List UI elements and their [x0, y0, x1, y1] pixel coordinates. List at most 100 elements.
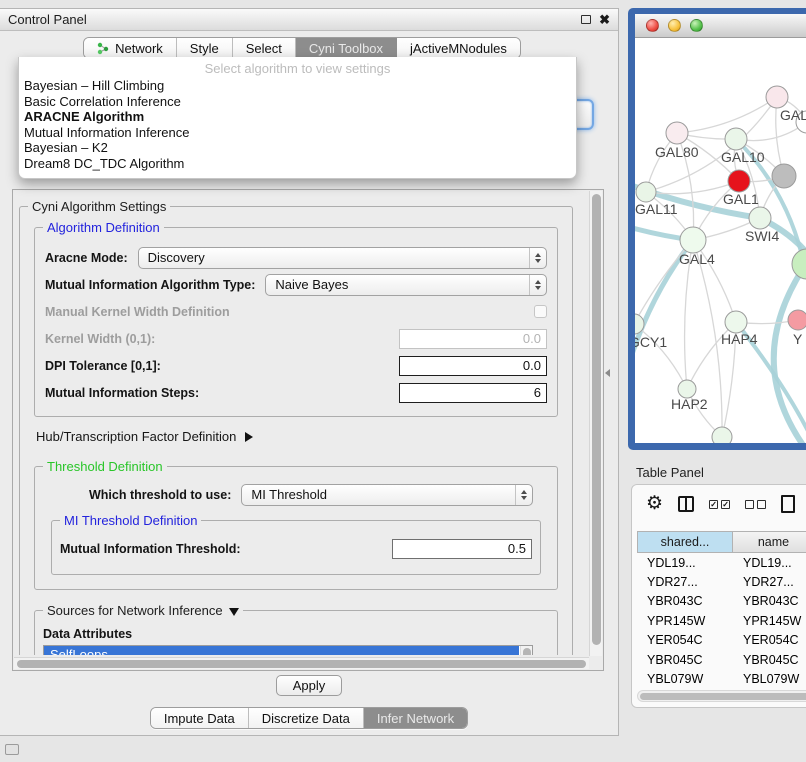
table-column-header[interactable]: name [733, 531, 806, 553]
minimize-window-icon[interactable] [668, 19, 681, 32]
network-node-gal80[interactable] [666, 122, 688, 144]
new-table-icon[interactable] [781, 495, 795, 513]
table-row[interactable]: YPR145WYPR145W9. [637, 611, 806, 630]
table-cell: YPR145W [733, 614, 806, 628]
splitter-collapse-icon[interactable] [605, 369, 610, 377]
network-node-label: GCY1 [635, 334, 667, 350]
expanded-arrow-icon [229, 608, 239, 616]
network-edge[interactable] [677, 97, 777, 133]
screen: { "window": { "title": "Control Panel" }… [0, 0, 806, 762]
column-layout-icon[interactable] [678, 496, 694, 512]
sources-expander[interactable]: Sources for Network Inference [43, 603, 243, 618]
mi-threshold-field[interactable]: 0.5 [392, 539, 532, 559]
dropdown-item[interactable]: Basic Correlation Inference [19, 94, 576, 110]
network-node-label: GAL1 [723, 191, 759, 207]
network-node-gal10[interactable] [725, 128, 747, 150]
network-node-y[interactable] [788, 310, 806, 330]
table-row[interactable]: YBR043CYBR043C [637, 592, 806, 611]
tab-network[interactable]: Network [84, 38, 177, 58]
apply-button-label: Apply [293, 678, 326, 693]
network-node-gal4[interactable] [680, 227, 706, 253]
network-canvas[interactable]: GALGAL80GAL10GAL1GAL11SWI4GAL4GCY1HAP4YH… [635, 38, 806, 443]
aracne-mode-select[interactable]: Discovery [138, 247, 547, 269]
dropdown-item[interactable]: Mutual Information Inference [19, 125, 576, 141]
settings-vertical-scrollbar[interactable] [589, 191, 602, 656]
mi-steps-value: 6 [534, 385, 541, 400]
network-node-label: GAL11 [635, 201, 678, 217]
table-row[interactable]: YDR27...YDR27...12 [637, 572, 806, 591]
network-node-hap4[interactable] [725, 311, 747, 333]
table-row[interactable]: YDL19...YDL19...13 [637, 553, 806, 572]
network-node-swi4[interactable] [749, 207, 771, 229]
hub-definition-expander[interactable]: Hub/Transcription Factor Definition [36, 429, 562, 444]
dpi-tolerance-field[interactable]: 0.0 [399, 356, 547, 376]
cyni-algorithm-settings-group: Cyni Algorithm Settings Algorithm Defini… [19, 206, 573, 655]
tab-jactivemnodules[interactable]: jActiveMNodules [397, 38, 520, 58]
combo-spinner-icon [529, 248, 546, 268]
algorithm-definition-group: Algorithm Definition Aracne Mode: Discov… [34, 227, 558, 417]
network-node-gal1[interactable] [728, 170, 750, 192]
mi-algorithm-type-select[interactable]: Naive Bayes [265, 274, 547, 296]
table-settings-gear-icon[interactable]: ⚙ [646, 496, 663, 512]
manual-kernel-width-label: Manual Kernel Width Definition [45, 305, 230, 319]
kernel-width-field[interactable]: 0.0 [399, 329, 547, 349]
network-node-gal11[interactable] [636, 182, 656, 202]
table-row[interactable]: YBR045CYBR045C9. [637, 650, 806, 669]
tab-discretize-data-label: Discretize Data [262, 711, 350, 726]
scrollbar-thumb[interactable] [17, 660, 586, 668]
list-vertical-scrollbar[interactable] [520, 646, 532, 655]
network-window-titlebar[interactable] [635, 14, 806, 38]
settings-horizontal-scrollbar[interactable] [14, 657, 589, 669]
network-node-label: GAL80 [655, 144, 699, 160]
network-graph[interactable]: GALGAL80GAL10GAL1GAL11SWI4GAL4GCY1HAP4YH… [635, 38, 806, 443]
close-panel-icon[interactable]: ✖ [599, 15, 610, 25]
table-horizontal-scrollbar[interactable] [637, 690, 806, 702]
control-panel: Control Panel ✖ Network Style Select Cyn… [0, 8, 619, 736]
tab-style[interactable]: Style [177, 38, 233, 58]
which-threshold-select[interactable]: MI Threshold [241, 484, 533, 506]
network-node-label: GAL10 [721, 149, 765, 165]
tab-cyni-toolbox[interactable]: Cyni Toolbox [296, 38, 397, 58]
network-node-label: HAP4 [721, 331, 758, 347]
dropdown-item[interactable]: Bayesian – K2 [19, 140, 576, 156]
tab-infer-network[interactable]: Infer Network [364, 708, 467, 728]
table-row[interactable]: YER054CYER054C8. [637, 631, 806, 650]
network-node[interactable] [712, 427, 732, 443]
scrollbar-thumb[interactable] [523, 648, 531, 655]
mi-steps-label: Mutual Information Steps: [45, 386, 199, 400]
dropdown-item[interactable]: ARACNE Algorithm [19, 109, 576, 125]
float-panel-icon[interactable] [581, 15, 591, 24]
deselect-all-checkboxes-icon[interactable] [745, 500, 766, 509]
zoom-window-icon[interactable] [690, 19, 703, 32]
group-title: Threshold Definition [43, 459, 167, 474]
tab-impute-data[interactable]: Impute Data [151, 708, 249, 728]
combo-spinner-icon [529, 275, 546, 295]
mi-steps-field[interactable]: 6 [399, 383, 547, 403]
which-threshold-value: MI Threshold [242, 487, 515, 502]
manual-kernel-width-checkbox[interactable] [534, 305, 547, 318]
sources-group: Sources for Network Inference Data Attri… [34, 610, 558, 655]
restore-panel-icon[interactable] [5, 744, 19, 755]
group-title: MI Threshold Definition [60, 513, 201, 528]
table-row[interactable]: YBL079WYBL079W [637, 669, 806, 687]
network-node[interactable] [792, 249, 806, 279]
dropdown-item[interactable]: Bayesian – Hill Climbing [19, 78, 576, 94]
table-column-header[interactable]: shared... [637, 531, 733, 553]
select-all-checkboxes-icon[interactable]: ✓✓ [709, 500, 730, 509]
table-cell: YDR27... [733, 575, 806, 589]
network-node-label: HAP2 [671, 396, 708, 412]
table-cell: YBR043C [637, 594, 733, 608]
unchecked-box-icon [745, 500, 754, 509]
collapsed-arrow-icon [245, 432, 253, 442]
network-node[interactable] [772, 164, 796, 188]
table-panel: Table Panel ⚙ ✓✓ shared...name YDL19...Y… [620, 452, 806, 762]
attribute-list-item[interactable]: SelfLoops [44, 646, 519, 655]
apply-button[interactable]: Apply [276, 675, 342, 696]
dropdown-item[interactable]: Dream8 DC_TDC Algorithm [19, 156, 576, 172]
scrollbar-thumb[interactable] [640, 693, 806, 700]
network-node-gal[interactable] [766, 86, 788, 108]
scrollbar-thumb[interactable] [592, 194, 601, 645]
tab-select[interactable]: Select [233, 38, 296, 58]
tab-discretize-data[interactable]: Discretize Data [249, 708, 364, 728]
close-window-icon[interactable] [646, 19, 659, 32]
